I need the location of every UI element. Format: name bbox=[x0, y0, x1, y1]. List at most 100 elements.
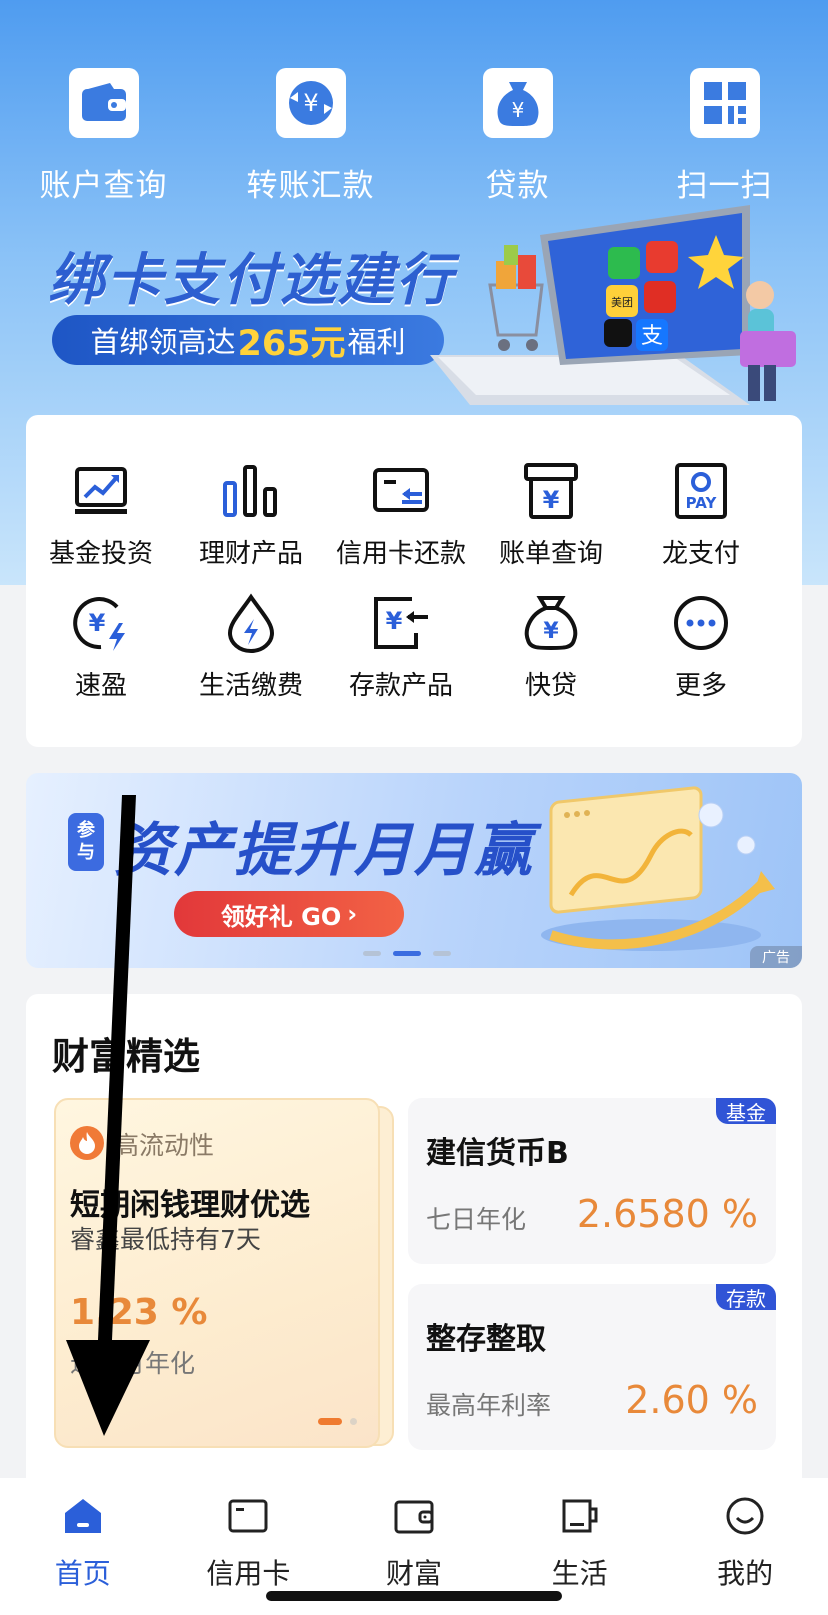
service-credit-repay[interactable]: 信用卡还款 bbox=[326, 459, 476, 579]
bill-box-icon: ¥ bbox=[519, 459, 583, 523]
tab-label: 生活 bbox=[551, 1557, 608, 1590]
services-card: 基金投资 理财产品 信用卡还款 ¥ 账单查询 PAY 龙支付 ¥ 速盈 生活缴费… bbox=[26, 415, 802, 747]
service-wealth-products[interactable]: 理财产品 bbox=[176, 459, 326, 579]
wallet-tab-icon bbox=[392, 1494, 436, 1538]
svg-text:¥: ¥ bbox=[386, 607, 403, 635]
home-indicator bbox=[266, 1591, 562, 1601]
service-fund-investment[interactable]: 基金投资 bbox=[26, 459, 176, 579]
loan-label: 贷款 bbox=[485, 168, 550, 204]
feature-tag: 高流动性 bbox=[114, 1131, 215, 1160]
pagination-dot[interactable] bbox=[363, 951, 381, 956]
meituan-icon-text: 美团 bbox=[611, 296, 633, 309]
service-su-ying[interactable]: ¥ 速盈 bbox=[26, 591, 176, 729]
feature-rate-label: 近一月年化 bbox=[70, 1349, 196, 1378]
product-rate: 2.6580 % bbox=[576, 1192, 758, 1236]
product-rate-label: 七日年化 bbox=[426, 1205, 527, 1234]
service-label: 快贷 bbox=[524, 671, 577, 701]
pagination-dot bbox=[350, 1418, 357, 1425]
service-more[interactable]: 更多 bbox=[626, 591, 776, 729]
feature-pagination bbox=[318, 1418, 357, 1425]
feature-rate: 1.23 % bbox=[70, 1292, 208, 1333]
pagination-dot[interactable] bbox=[433, 951, 451, 956]
service-label: 龙支付 bbox=[661, 539, 740, 569]
ad-label: 广告 bbox=[750, 946, 802, 968]
transfer-button[interactable]: ¥ 转账汇款 bbox=[207, 68, 414, 205]
yuan-flash-icon: ¥ bbox=[69, 591, 133, 655]
tab-label: 我的 bbox=[717, 1557, 774, 1590]
deposit-icon: ¥ bbox=[369, 591, 433, 655]
alipay-icon-text: 支 bbox=[641, 324, 663, 349]
service-label: 理财产品 bbox=[198, 539, 303, 569]
more-icon bbox=[669, 591, 733, 655]
svg-text:¥: ¥ bbox=[303, 89, 318, 117]
service-long-pay[interactable]: PAY 龙支付 bbox=[626, 459, 776, 579]
feature-name: 短期闲钱理财优选 bbox=[70, 1188, 310, 1223]
section-title: 财富精选 bbox=[52, 1035, 200, 1078]
product-card[interactable]: 存款 整存整取 最高年利率 2.60 % bbox=[408, 1284, 776, 1450]
tab-label: 财富 bbox=[385, 1557, 442, 1590]
pinduoduo-icon bbox=[644, 281, 676, 313]
service-deposit-products[interactable]: ¥ 存款产品 bbox=[326, 591, 476, 729]
chart-trend-icon bbox=[69, 459, 133, 523]
profile-icon bbox=[723, 1494, 767, 1538]
banner-pill-highlight: 265元 bbox=[237, 323, 346, 364]
banner2-pagination bbox=[363, 951, 451, 956]
service-quick-loan[interactable]: ¥ 快贷 bbox=[476, 591, 626, 729]
quick-loan-icon: ¥ bbox=[519, 591, 583, 655]
jd-icon bbox=[646, 241, 678, 273]
bind-card-banner[interactable]: 绑卡支付选建行 首绑领高达 265元 福利 美团 支 bbox=[0, 205, 828, 415]
pay-icon-text: PAY bbox=[686, 494, 718, 512]
svg-text:¥: ¥ bbox=[511, 98, 524, 122]
service-label: 账单查询 bbox=[498, 539, 603, 569]
svg-text:¥: ¥ bbox=[89, 609, 106, 637]
banner-pill: 首绑领高达 265元 福利 bbox=[52, 315, 444, 365]
svg-text:¥: ¥ bbox=[543, 486, 560, 514]
account-query-button[interactable]: 账户查询 bbox=[0, 68, 207, 205]
tab-profile[interactable]: 我的 bbox=[662, 1478, 828, 1615]
product-card[interactable]: 基金 建信货币B 七日年化 2.6580 % bbox=[408, 1098, 776, 1264]
banner2-tag-line1: 参 bbox=[77, 820, 95, 841]
loan-button[interactable]: ¥ 贷款 bbox=[414, 68, 621, 205]
feature-subtitle: 睿鑫最低持有7天 bbox=[70, 1225, 261, 1254]
cup-icon bbox=[558, 1494, 602, 1538]
featured-card-face: 高流动性 短期闲钱理财优选 睿鑫最低持有7天 1.23 % 近一月年化 bbox=[54, 1098, 380, 1448]
product-name: 整存整取 bbox=[426, 1322, 546, 1357]
pay-icon: PAY bbox=[669, 459, 733, 523]
fire-icon bbox=[70, 1126, 104, 1160]
tab-home[interactable]: 首页 bbox=[0, 1478, 166, 1615]
scan-button[interactable]: 扫一扫 bbox=[621, 68, 828, 205]
service-label: 存款产品 bbox=[348, 671, 453, 701]
tab-label: 首页 bbox=[54, 1557, 111, 1590]
pagination-dot-active bbox=[318, 1418, 342, 1425]
banner2-chart-illustration bbox=[541, 786, 775, 951]
product-badge: 存款 bbox=[716, 1284, 776, 1311]
card-repay-icon bbox=[369, 459, 433, 523]
transfer-icon: ¥ bbox=[275, 68, 346, 138]
water-drop-icon bbox=[219, 591, 283, 655]
asset-promo-banner[interactable]: 参 与 资产提升月月赢 领好礼 GO › 广告 bbox=[26, 773, 802, 968]
credit-card-icon bbox=[226, 1494, 270, 1538]
service-bill-query[interactable]: ¥ 账单查询 bbox=[476, 459, 626, 579]
featured-product-card[interactable]: 高流动性 短期闲钱理财优选 睿鑫最低持有7天 1.23 % 近一月年化 bbox=[54, 1098, 404, 1448]
wechat-icon bbox=[608, 247, 640, 279]
top-actions: 账户查询 ¥ 转账汇款 ¥ 贷款 扫一扫 bbox=[0, 68, 828, 205]
wealth-selection-card: 财富精选 高流动性 短期闲钱理财优选 睿鑫最低持有7天 1.23 % 近一月年化… bbox=[26, 994, 802, 1494]
service-label: 生活缴费 bbox=[198, 671, 303, 701]
banner-pill-suffix: 福利 bbox=[347, 325, 406, 359]
service-life-payment[interactable]: 生活缴费 bbox=[176, 591, 326, 729]
bar-chart-icon bbox=[219, 459, 283, 523]
banner2-go-button[interactable]: 领好礼 GO › bbox=[174, 891, 404, 937]
transfer-label: 转账汇款 bbox=[246, 168, 375, 204]
pagination-dot-active[interactable] bbox=[393, 951, 421, 956]
banner2-go-label: 领好礼 GO bbox=[220, 902, 342, 931]
service-label: 更多 bbox=[674, 671, 727, 701]
service-label: 速盈 bbox=[74, 671, 127, 701]
banner2-tag: 参 与 bbox=[68, 813, 104, 871]
product-rate-label: 最高年利率 bbox=[426, 1391, 552, 1420]
wallet-icon bbox=[68, 68, 139, 138]
services-grid: 基金投资 理财产品 信用卡还款 ¥ 账单查询 PAY 龙支付 ¥ 速盈 生活缴费… bbox=[26, 415, 802, 729]
home-icon bbox=[61, 1494, 105, 1538]
service-label: 信用卡还款 bbox=[335, 539, 466, 569]
product-rate: 2.60 % bbox=[625, 1378, 758, 1422]
scan-label: 扫一扫 bbox=[676, 168, 773, 204]
